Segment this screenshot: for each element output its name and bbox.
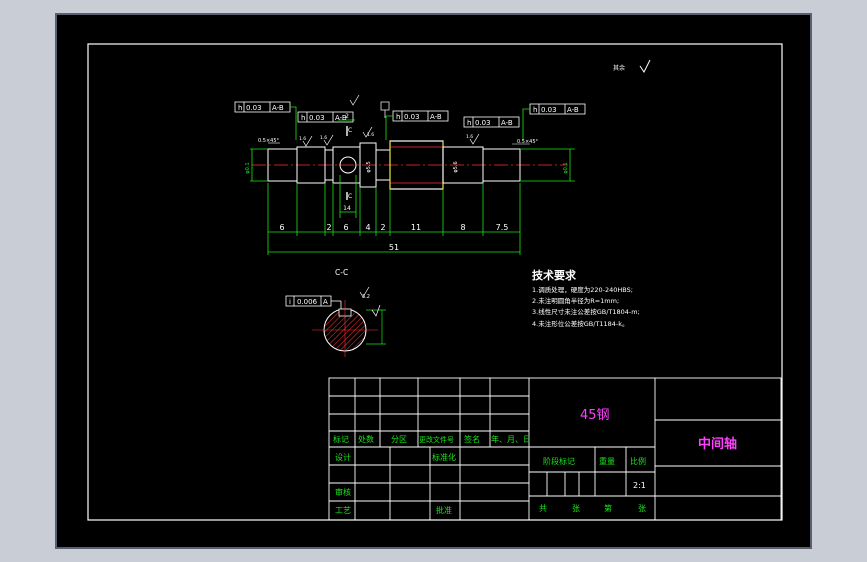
tb-scale: 比例	[630, 456, 646, 466]
dim-6: 11	[411, 223, 421, 232]
tb-design: 设计	[335, 452, 351, 462]
svg-text:1.6: 1.6	[466, 134, 473, 140]
svg-text:0.03: 0.03	[475, 119, 491, 127]
svg-text:A-B: A-B	[430, 113, 442, 121]
tech-item-2: 2.未注明圆角半径为R=1mm;	[532, 296, 619, 305]
diameter-mid: φ5.6	[453, 161, 459, 172]
svg-text:1.6: 1.6	[299, 136, 306, 142]
dim-5: 2	[380, 223, 385, 232]
tb-review: 审核	[335, 487, 351, 497]
tech-item-3: 3.线性尺寸未注公差按GB/T1804-m;	[532, 307, 640, 316]
tb-weight: 重量	[599, 456, 615, 466]
dim-8: 7.5	[496, 223, 509, 232]
tb-mark: 标记	[333, 434, 349, 444]
tb-standard: 标准化	[432, 452, 456, 462]
tb-sheet-no: 第	[604, 503, 612, 513]
material: 45钢	[580, 408, 610, 423]
svg-text:h: h	[396, 113, 400, 121]
tb-process: 工艺	[335, 506, 351, 515]
dim-1: 6	[279, 223, 284, 232]
tb-sheets-unit: 张	[572, 504, 580, 513]
scale-note: 其余	[613, 64, 625, 72]
diameter-left: φ0.1	[245, 162, 251, 173]
tb-zone: 分区	[391, 435, 407, 444]
section-title: C-C	[335, 268, 348, 277]
tb-sign: 签名	[464, 434, 480, 444]
tb-approve: 批准	[436, 505, 452, 515]
svg-text:A-B: A-B	[501, 119, 513, 127]
tb-count: 处数	[358, 434, 374, 444]
section-mark-c-bottom: C	[348, 193, 352, 200]
svg-text:h: h	[301, 114, 305, 122]
svg-text:0.03: 0.03	[246, 104, 262, 112]
tech-item-1: 1.调质处理，硬度为220-240HBS;	[532, 285, 633, 294]
section-roughness-value: 3.2	[362, 294, 370, 300]
part-name: 中间轴	[698, 436, 737, 452]
tb-scale-value: 2:1	[633, 481, 646, 490]
tb-sheets-total: 共	[539, 504, 547, 513]
svg-text:1.6: 1.6	[320, 135, 327, 141]
svg-text:h: h	[533, 106, 537, 114]
dim-2: 2	[326, 223, 331, 232]
dim-3: 6	[343, 223, 348, 232]
section-tol-value: 0.006	[297, 298, 318, 306]
diameter-mid-left: φ5.5	[366, 161, 372, 172]
section-mark-c-top: C	[348, 127, 352, 134]
tb-date: 年、月、日	[491, 434, 531, 444]
tb-change-doc: 更改文件号	[419, 435, 454, 444]
svg-text:0.03: 0.03	[309, 114, 325, 122]
cad-drawing: 其余 6 2 6 4 2 11 8 7.5 51 14 2 h 0.03 A-B…	[55, 13, 812, 549]
svg-text:0.03: 0.03	[541, 106, 557, 114]
section-tol-sym: i	[289, 298, 291, 306]
svg-text:A-B: A-B	[335, 114, 347, 122]
svg-text:0.03: 0.03	[404, 113, 420, 121]
tb-sheet-unit: 张	[638, 504, 646, 513]
dim-total: 51	[389, 243, 399, 252]
dim-14: 14	[343, 205, 351, 212]
dim-4: 4	[365, 223, 370, 232]
tb-stage: 阶段标记	[543, 456, 575, 466]
svg-text:h: h	[467, 119, 471, 127]
dim-7: 8	[460, 223, 465, 232]
svg-text:A-B: A-B	[567, 106, 579, 114]
svg-text:1.6: 1.6	[367, 132, 374, 138]
diameter-right: φ0.1	[563, 162, 569, 173]
svg-text:A-B: A-B	[272, 104, 284, 112]
svg-text:h: h	[238, 104, 242, 112]
drawing-background	[55, 13, 812, 549]
tech-item-4: 4.未注形位公差按GB/T1184-k。	[532, 319, 629, 328]
section-tol-datum: A	[323, 298, 328, 306]
tech-title: 技术要求	[532, 268, 577, 282]
